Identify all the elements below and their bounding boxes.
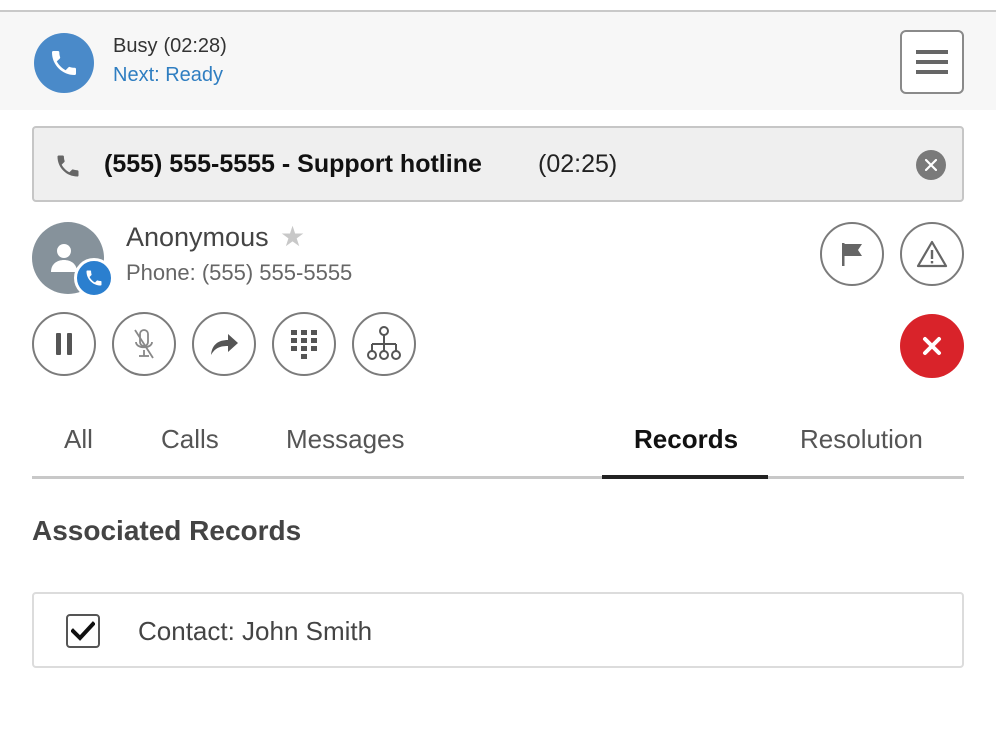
- contact-name: Anonymous: [126, 222, 269, 252]
- next-status-link[interactable]: Next: Ready: [113, 64, 227, 87]
- hold-button[interactable]: [32, 312, 96, 376]
- favorite-star-icon[interactable]: ★: [280, 222, 305, 252]
- tab-calls[interactable]: Calls: [161, 424, 219, 455]
- phone-icon: [86, 270, 102, 286]
- close-icon: [925, 159, 937, 171]
- section-title: Associated Records: [32, 515, 302, 546]
- phone-icon: [57, 155, 79, 177]
- tab-messages[interactable]: Messages: [286, 424, 405, 455]
- microphone-muted-icon: [134, 329, 154, 359]
- call-banner-close-button[interactable]: [916, 150, 946, 180]
- pause-icon: [56, 333, 72, 355]
- agent-status-bar: Busy (02:28) Next: Ready: [0, 12, 996, 110]
- active-call-banner: (555) 555-5555 - Support hotline (02:25): [32, 126, 964, 202]
- close-icon: [923, 337, 941, 355]
- status-line: Busy (02:28): [113, 35, 227, 58]
- tab-resolution[interactable]: Resolution: [800, 424, 923, 455]
- tab-all[interactable]: All: [64, 424, 93, 455]
- status-timer: (02:28): [163, 35, 227, 57]
- dialpad-button[interactable]: [272, 312, 336, 376]
- status-state: Busy: [113, 35, 158, 57]
- list-item: Contact: John Smith: [32, 592, 964, 668]
- hamburger-menu-icon: [916, 50, 948, 74]
- forward-arrow-icon: [211, 334, 238, 355]
- avatar-phone-badge: [74, 258, 114, 298]
- tab-records[interactable]: Records: [634, 424, 738, 455]
- hangup-button[interactable]: [900, 314, 964, 378]
- contact-phone: Phone: (555) 555-5555: [126, 260, 353, 285]
- record-checkbox[interactable]: [66, 614, 100, 648]
- record-label: Contact: John Smith: [138, 616, 373, 646]
- status-text-group: Busy (02:28) Next: Ready: [113, 35, 227, 87]
- transfer-button[interactable]: [192, 312, 256, 376]
- conference-button[interactable]: [352, 312, 416, 376]
- dialpad-icon: [291, 330, 317, 359]
- menu-button[interactable]: [900, 30, 964, 94]
- active-tab-indicator: [602, 475, 768, 479]
- report-warning-button[interactable]: [900, 222, 964, 286]
- flag-icon: [842, 243, 862, 266]
- call-title: (555) 555-5555 - Support hotline: [104, 150, 482, 178]
- interaction-tabs: All Calls Messages Records Resolution: [32, 400, 964, 480]
- flag-button[interactable]: [820, 222, 884, 286]
- checkmark-icon: [71, 621, 95, 641]
- phone-icon: [52, 51, 76, 75]
- tabs-divider: [32, 476, 964, 479]
- status-phone-avatar: [34, 33, 94, 93]
- hierarchy-icon: [367, 326, 401, 360]
- mute-button[interactable]: [112, 312, 176, 376]
- warning-icon: [916, 240, 948, 268]
- call-timer: (02:25): [538, 150, 618, 178]
